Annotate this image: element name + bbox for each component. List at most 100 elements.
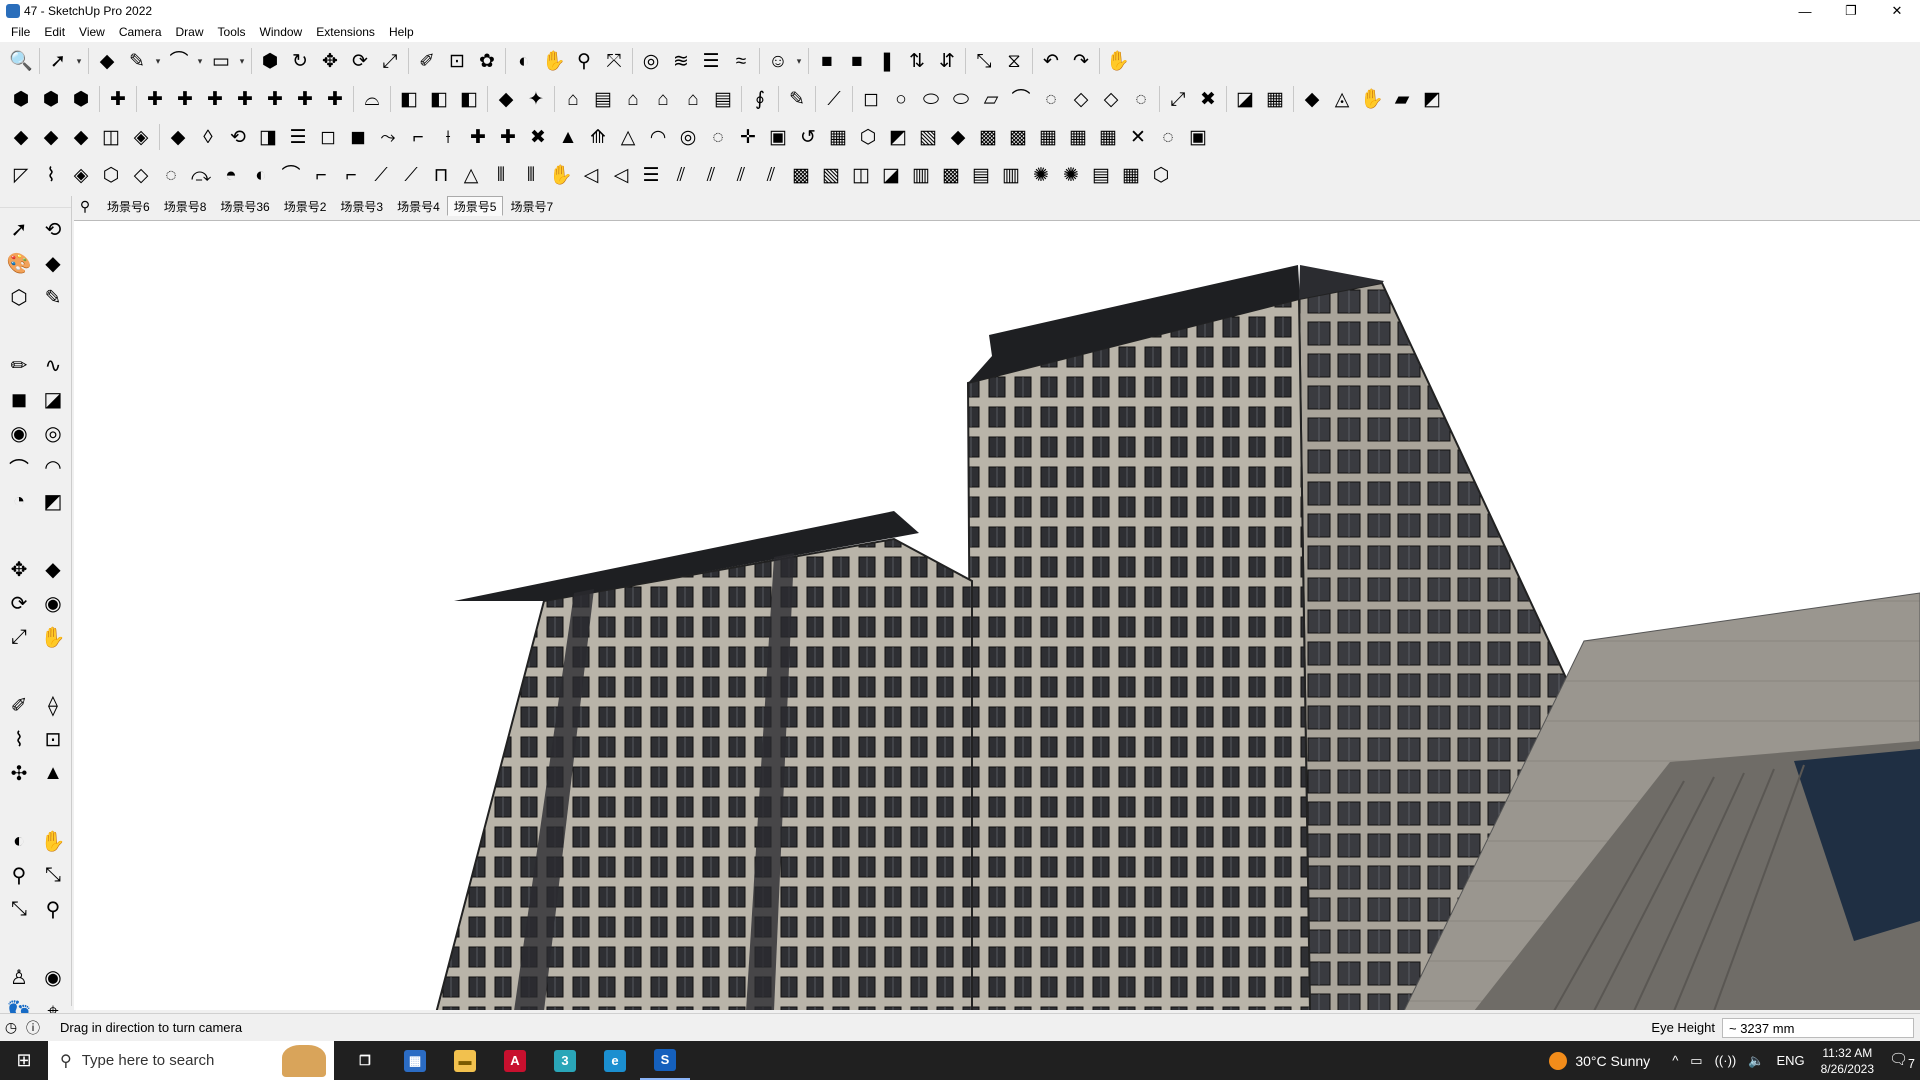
toolbar-tool-icon[interactable]: ↷ xyxy=(1066,45,1096,77)
toolbar-tool-icon[interactable]: ◧ xyxy=(394,83,424,115)
toolbar-tool-icon[interactable]: ↻ xyxy=(285,45,315,77)
left-tool-icon[interactable]: ✐ xyxy=(2,688,36,722)
toolbar-tool-icon[interactable]: ◻ xyxy=(856,83,886,115)
toolbar-tool-icon[interactable]: ▤ xyxy=(708,83,738,115)
toolbar-tool-icon[interactable]: ⟰ xyxy=(583,121,613,153)
close-button[interactable]: ✕ xyxy=(1874,0,1920,22)
toolbar-tool-icon[interactable]: △ xyxy=(456,159,486,191)
dropdown-caret-icon[interactable]: ▾ xyxy=(236,45,248,77)
toolbar-tool-icon[interactable]: ✖ xyxy=(523,121,553,153)
toolbar-tool-icon[interactable]: ◫ xyxy=(846,159,876,191)
menu-draw[interactable]: Draw xyxy=(169,25,211,39)
wifi-icon[interactable]: ((·)) xyxy=(1715,1053,1737,1068)
toolbar-tool-icon[interactable]: ◇ xyxy=(126,159,156,191)
toolbar-tool-icon[interactable]: ⬢ xyxy=(66,83,96,115)
toolbar-tool-icon[interactable]: ▩ xyxy=(786,159,816,191)
left-tool-icon[interactable]: ⤡ xyxy=(2,892,36,926)
left-tool-icon[interactable]: ◆ xyxy=(36,552,70,586)
toolbar-tool-icon[interactable]: ✋ xyxy=(539,45,569,77)
geo-location-icon[interactable]: ◷ xyxy=(0,1017,22,1039)
toolbar-tool-icon[interactable]: ▦ xyxy=(1260,83,1290,115)
left-tool-icon[interactable]: ◼ xyxy=(2,382,36,416)
toolbar-tool-icon[interactable]: ▦ xyxy=(1063,121,1093,153)
toolbar-tool-icon[interactable]: ✺ xyxy=(1026,159,1056,191)
taskbar-app-3dsmax[interactable]: 3 xyxy=(540,1041,590,1080)
toolbar-tool-icon[interactable]: ⟋ xyxy=(819,83,849,115)
menu-window[interactable]: Window xyxy=(253,25,310,39)
toolbar-tool-icon[interactable]: ⌂ xyxy=(558,83,588,115)
left-tool-icon[interactable]: ⊡ xyxy=(36,722,70,756)
toolbar-tool-icon[interactable]: ▥ xyxy=(996,159,1026,191)
toolbar-tool-icon[interactable]: ✚ xyxy=(170,83,200,115)
left-tool-icon[interactable]: ◪ xyxy=(36,382,70,416)
toolbar-tool-icon[interactable]: ⌒ xyxy=(1006,83,1036,115)
scene-tab[interactable]: 场景号4 xyxy=(390,196,447,216)
toolbar-tool-icon[interactable]: ▣ xyxy=(1183,121,1213,153)
toolbar-tool-icon[interactable]: ◬ xyxy=(1327,83,1357,115)
toolbar-tool-icon[interactable]: ◎ xyxy=(673,121,703,153)
toolbar-tool-icon[interactable]: ▤ xyxy=(1086,159,1116,191)
left-tool-icon[interactable]: ✋ xyxy=(36,824,70,858)
toolbar-tool-icon[interactable]: ⫽ xyxy=(696,159,726,191)
left-tool-icon[interactable]: ⚲ xyxy=(36,892,70,926)
toolbar-tool-icon[interactable]: ▩ xyxy=(936,159,966,191)
left-tool-icon[interactable]: ∿ xyxy=(36,348,70,382)
toolbar-tool-icon[interactable]: ✚ xyxy=(103,83,133,115)
toolbar-tool-icon[interactable]: ✚ xyxy=(320,83,350,115)
toolbar-tool-icon[interactable]: ✐ xyxy=(412,45,442,77)
toolbar-tool-icon[interactable]: ▧ xyxy=(816,159,846,191)
toolbar-tool-icon[interactable]: ⤡ xyxy=(969,45,999,77)
taskbar-app-autocad[interactable]: A xyxy=(490,1041,540,1080)
menu-tools[interactable]: Tools xyxy=(211,25,253,39)
toolbar-tool-icon[interactable]: 🔍 xyxy=(6,45,36,77)
left-tool-icon[interactable]: 🎨 xyxy=(2,246,36,280)
menu-extensions[interactable]: Extensions xyxy=(309,25,382,39)
toolbar-tool-icon[interactable]: ◐ xyxy=(246,159,276,191)
toolbar-tool-icon[interactable]: ➚ xyxy=(43,45,73,77)
toolbar-tool-icon[interactable]: ⟋ xyxy=(366,159,396,191)
scene-tab[interactable]: 场景号7 xyxy=(503,196,560,216)
menu-camera[interactable]: Camera xyxy=(112,25,169,39)
taskbar-search[interactable]: ⚲ Type here to search xyxy=(48,1041,334,1080)
restore-button[interactable]: ❐ xyxy=(1828,0,1874,22)
toolbar-tool-icon[interactable]: ⟋ xyxy=(396,159,426,191)
toolbar-tool-icon[interactable]: ⟲ xyxy=(223,121,253,153)
toolbar-tool-icon[interactable]: ⤳ xyxy=(373,121,403,153)
left-tool-icon[interactable]: ✋ xyxy=(36,620,70,654)
toolbar-tool-icon[interactable]: ⬭ xyxy=(916,83,946,115)
toolbar-tool-icon[interactable]: ◠ xyxy=(643,121,673,153)
dropdown-caret-icon[interactable]: ▾ xyxy=(194,45,206,77)
toolbar-tool-icon[interactable]: ⌂ xyxy=(618,83,648,115)
toolbar-tool-icon[interactable]: ✎ xyxy=(122,45,152,77)
left-tool-icon[interactable]: ✥ xyxy=(2,552,36,586)
toolbar-tool-icon[interactable]: ◊ xyxy=(193,121,223,153)
dropdown-caret-icon[interactable]: ▾ xyxy=(793,45,805,77)
toolbar-tool-icon[interactable]: ⌂ xyxy=(648,83,678,115)
toolbar-tool-icon[interactable]: ✚ xyxy=(290,83,320,115)
toolbar-tool-icon[interactable]: ◪ xyxy=(1230,83,1260,115)
toolbar-tool-icon[interactable]: ⫽ xyxy=(666,159,696,191)
left-tool-icon[interactable]: ⌒ xyxy=(2,450,36,484)
toolbar-tool-icon[interactable]: ◎ xyxy=(636,45,666,77)
toolbar-tool-icon[interactable]: ⌐ xyxy=(306,159,336,191)
taskbar-app-calculator[interactable]: ▦ xyxy=(390,1041,440,1080)
toolbar-tool-icon[interactable]: ▰ xyxy=(1387,83,1417,115)
toolbar-tool-icon[interactable]: ⌒ xyxy=(276,159,306,191)
toolbar-tool-icon[interactable]: ▥ xyxy=(906,159,936,191)
weather-widget[interactable]: 30°C Sunny xyxy=(1549,1051,1650,1070)
toolbar-tool-icon[interactable]: ⟊ xyxy=(433,121,463,153)
left-tool-icon[interactable]: ◉ xyxy=(2,416,36,450)
language-indicator[interactable]: ENG xyxy=(1776,1053,1804,1068)
toolbar-tool-icon[interactable]: ▤ xyxy=(966,159,996,191)
toolbar-tool-icon[interactable]: ◆ xyxy=(92,45,122,77)
toolbar-tool-icon[interactable]: ⌓ xyxy=(357,83,387,115)
left-tool-icon[interactable]: ♙ xyxy=(2,960,36,994)
toolbar-tool-icon[interactable]: ◇ xyxy=(1066,83,1096,115)
toolbar-tool-icon[interactable]: ▩ xyxy=(973,121,1003,153)
toolbar-tool-icon[interactable]: ✺ xyxy=(1056,159,1086,191)
toolbar-tool-icon[interactable]: ◌ xyxy=(1126,83,1156,115)
toolbar-tool-icon[interactable]: ■ xyxy=(812,45,842,77)
toolbar-tool-icon[interactable]: ⚲ xyxy=(569,45,599,77)
scene-tab[interactable]: 场景号36 xyxy=(213,196,276,216)
toolbar-tool-icon[interactable]: ◆ xyxy=(6,121,36,153)
